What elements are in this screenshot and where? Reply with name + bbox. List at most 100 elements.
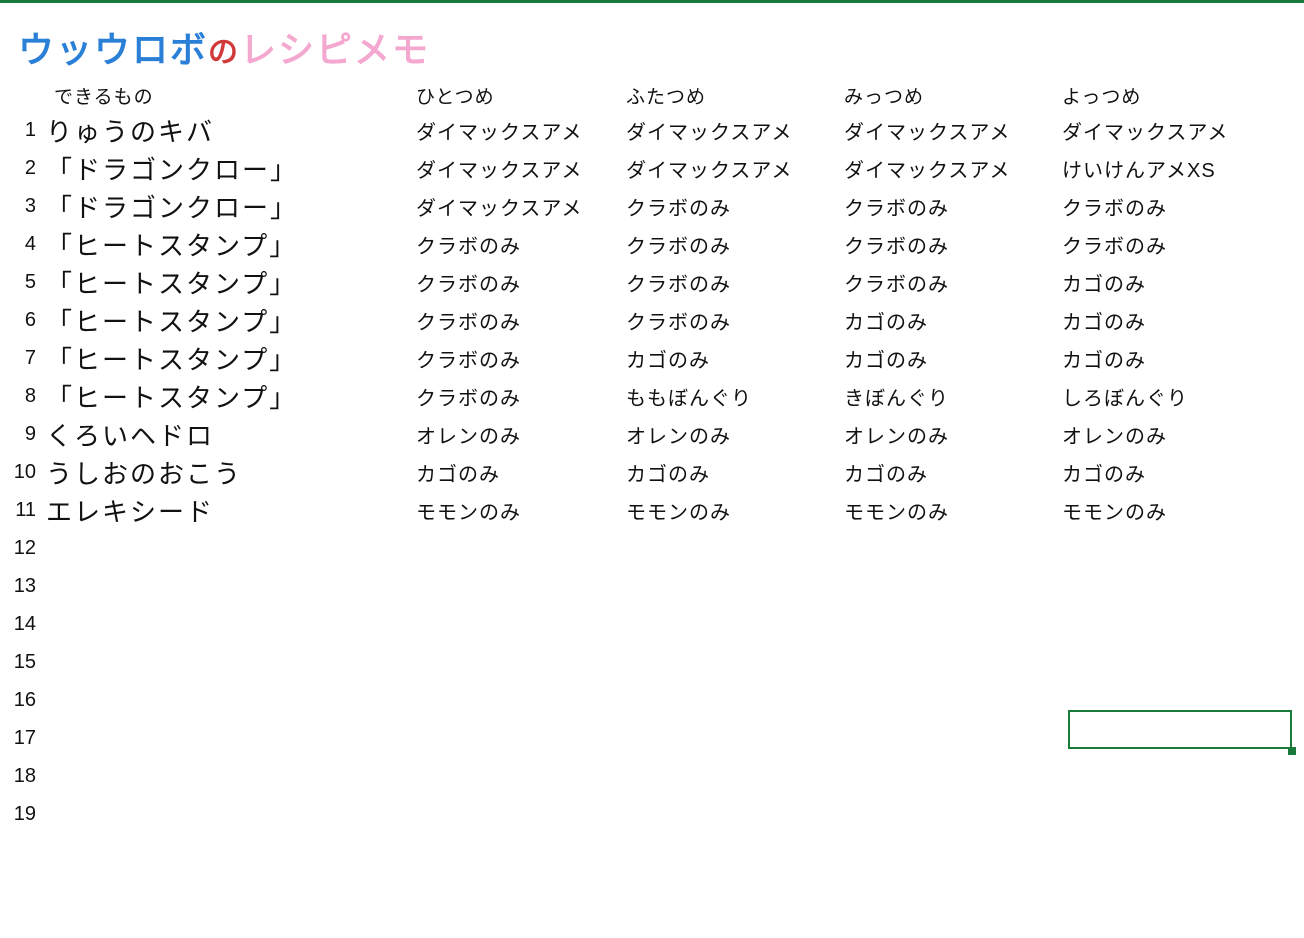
header-ingredient-1: ひとつめ xyxy=(416,82,626,109)
cell-ingredient[interactable]: オレンのみ xyxy=(626,420,844,449)
cell-ingredient[interactable]: オレンのみ xyxy=(416,420,626,449)
cell-ingredient[interactable]: カゴのみ xyxy=(844,458,1062,487)
table-row: 8「ヒートスタンプ」クラボのみももぼんぐりきぼんぐりしろぼんぐり xyxy=(0,377,1304,415)
cell-ingredient[interactable]: きぼんぐり xyxy=(844,382,1062,411)
table-row: 18 xyxy=(0,757,1304,795)
row-number: 1 xyxy=(0,119,46,142)
row-number: 9 xyxy=(0,423,46,446)
table-row: 11エレキシードモモンのみモモンのみモモンのみモモンのみ xyxy=(0,491,1304,529)
table-row: 6「ヒートスタンプ」クラボのみクラボのみカゴのみカゴのみ xyxy=(0,301,1304,339)
row-number: 7 xyxy=(0,347,46,370)
table-row: 15 xyxy=(0,643,1304,681)
cell-ingredient[interactable]: モモンのみ xyxy=(1062,496,1292,525)
cell-ingredient[interactable]: カゴのみ xyxy=(1062,344,1292,373)
cell-ingredient[interactable]: カゴのみ xyxy=(1062,268,1292,297)
cell-ingredient[interactable]: カゴのみ xyxy=(626,458,844,487)
cell-result[interactable]: 「ヒートスタンプ」 xyxy=(46,264,416,301)
cell-ingredient[interactable]: モモンのみ xyxy=(416,496,626,525)
cell-ingredient[interactable]: ダイマックスアメ xyxy=(626,116,844,145)
cell-result[interactable]: 「ドラゴンクロー」 xyxy=(46,188,416,225)
cell-ingredient[interactable]: カゴのみ xyxy=(626,344,844,373)
cell-ingredient[interactable]: カゴのみ xyxy=(1062,458,1292,487)
cell-ingredient[interactable]: ダイマックスアメ xyxy=(844,116,1062,145)
table-row: 4「ヒートスタンプ」クラボのみクラボのみクラボのみクラボのみ xyxy=(0,225,1304,263)
cell-result[interactable]: 「ヒートスタンプ」 xyxy=(46,226,416,263)
row-number: 16 xyxy=(0,689,46,712)
cell-result[interactable]: 「ヒートスタンプ」 xyxy=(46,378,416,415)
cell-ingredient[interactable]: クラボのみ xyxy=(416,306,626,335)
cell-ingredient[interactable]: カゴのみ xyxy=(416,458,626,487)
table-row: 12 xyxy=(0,529,1304,567)
cell-ingredient[interactable]: ダイマックスアメ xyxy=(626,154,844,183)
cell-ingredient[interactable]: クラボのみ xyxy=(626,268,844,297)
header-result: できるもの xyxy=(46,82,416,109)
table-row: 3「ドラゴンクロー」ダイマックスアメクラボのみクラボのみクラボのみ xyxy=(0,187,1304,225)
row-number: 12 xyxy=(0,537,46,560)
table-row: 14 xyxy=(0,605,1304,643)
cell-ingredient[interactable]: オレンのみ xyxy=(1062,420,1292,449)
cell-ingredient[interactable]: ダイマックスアメ xyxy=(844,154,1062,183)
cell-ingredient[interactable]: オレンのみ xyxy=(844,420,1062,449)
header-ingredient-4: よっつめ xyxy=(1062,82,1292,109)
table-header-row: できるもの ひとつめ ふたつめ みっつめ よっつめ xyxy=(0,79,1304,111)
cell-ingredient[interactable]: クラボのみ xyxy=(416,382,626,411)
cell-result[interactable]: 「ヒートスタンプ」 xyxy=(46,340,416,377)
header-ingredient-2: ふたつめ xyxy=(626,82,844,109)
spreadsheet-selection[interactable] xyxy=(1068,710,1292,749)
cell-result[interactable]: 「ヒートスタンプ」 xyxy=(46,302,416,339)
table-row: 19 xyxy=(0,795,1304,833)
row-number: 18 xyxy=(0,765,46,788)
page-title: ウッウロボ の レシピメモ xyxy=(0,3,1304,79)
row-number: 5 xyxy=(0,271,46,294)
cell-ingredient[interactable]: クラボのみ xyxy=(416,344,626,373)
cell-ingredient[interactable]: ダイマックスアメ xyxy=(1062,116,1292,145)
row-number: 17 xyxy=(0,727,46,750)
cell-ingredient[interactable]: クラボのみ xyxy=(1062,192,1292,221)
row-number: 4 xyxy=(0,233,46,256)
title-part-1: ウッウロボ xyxy=(18,21,208,73)
table-row: 7「ヒートスタンプ」クラボのみカゴのみカゴのみカゴのみ xyxy=(0,339,1304,377)
cell-ingredient[interactable]: ももぼんぐり xyxy=(626,382,844,411)
row-number: 6 xyxy=(0,309,46,332)
cell-ingredient[interactable]: モモンのみ xyxy=(844,496,1062,525)
row-number: 15 xyxy=(0,651,46,674)
cell-result[interactable]: エレキシード xyxy=(46,492,416,529)
cell-ingredient[interactable]: クラボのみ xyxy=(844,192,1062,221)
table-row: 10うしおのおこうカゴのみカゴのみカゴのみカゴのみ xyxy=(0,453,1304,491)
cell-ingredient[interactable]: クラボのみ xyxy=(844,230,1062,259)
cell-ingredient[interactable]: ダイマックスアメ xyxy=(416,116,626,145)
row-number: 13 xyxy=(0,575,46,598)
row-number: 2 xyxy=(0,157,46,180)
row-number: 8 xyxy=(0,385,46,408)
row-number: 11 xyxy=(0,499,46,522)
row-number: 19 xyxy=(0,803,46,826)
cell-ingredient[interactable]: クラボのみ xyxy=(416,268,626,297)
cell-ingredient[interactable]: しろぼんぐり xyxy=(1062,382,1292,411)
cell-result[interactable]: 「ドラゴンクロー」 xyxy=(46,150,416,187)
cell-ingredient[interactable]: モモンのみ xyxy=(626,496,844,525)
table-row: 1りゅうのキバダイマックスアメダイマックスアメダイマックスアメダイマックスアメ xyxy=(0,111,1304,149)
cell-result[interactable]: うしおのおこう xyxy=(46,454,416,491)
cell-result[interactable]: くろいヘドロ xyxy=(46,416,416,453)
table-row: 5「ヒートスタンプ」クラボのみクラボのみクラボのみカゴのみ xyxy=(0,263,1304,301)
cell-ingredient[interactable]: クラボのみ xyxy=(626,306,844,335)
cell-ingredient[interactable]: クラボのみ xyxy=(416,230,626,259)
cell-ingredient[interactable]: カゴのみ xyxy=(844,344,1062,373)
cell-result[interactable]: りゅうのキバ xyxy=(46,112,416,149)
cell-ingredient[interactable]: クラボのみ xyxy=(626,230,844,259)
selection-fill-handle[interactable] xyxy=(1288,747,1296,755)
cell-ingredient[interactable]: カゴのみ xyxy=(1062,306,1292,335)
title-part-3: レシピメモ xyxy=(240,21,430,73)
cell-ingredient[interactable]: クラボのみ xyxy=(844,268,1062,297)
cell-ingredient[interactable]: カゴのみ xyxy=(844,306,1062,335)
cell-ingredient[interactable]: ダイマックスアメ xyxy=(416,154,626,183)
cell-ingredient[interactable]: クラボのみ xyxy=(626,192,844,221)
cell-ingredient[interactable]: クラボのみ xyxy=(1062,230,1292,259)
table-row: 2「ドラゴンクロー」ダイマックスアメダイマックスアメダイマックスアメけいけんアメ… xyxy=(0,149,1304,187)
cell-ingredient[interactable]: けいけんアメXS xyxy=(1062,154,1292,183)
table-row: 9くろいヘドロオレンのみオレンのみオレンのみオレンのみ xyxy=(0,415,1304,453)
row-number: 10 xyxy=(0,461,46,484)
title-part-2: の xyxy=(208,27,240,71)
cell-ingredient[interactable]: ダイマックスアメ xyxy=(416,192,626,221)
row-number: 14 xyxy=(0,613,46,636)
